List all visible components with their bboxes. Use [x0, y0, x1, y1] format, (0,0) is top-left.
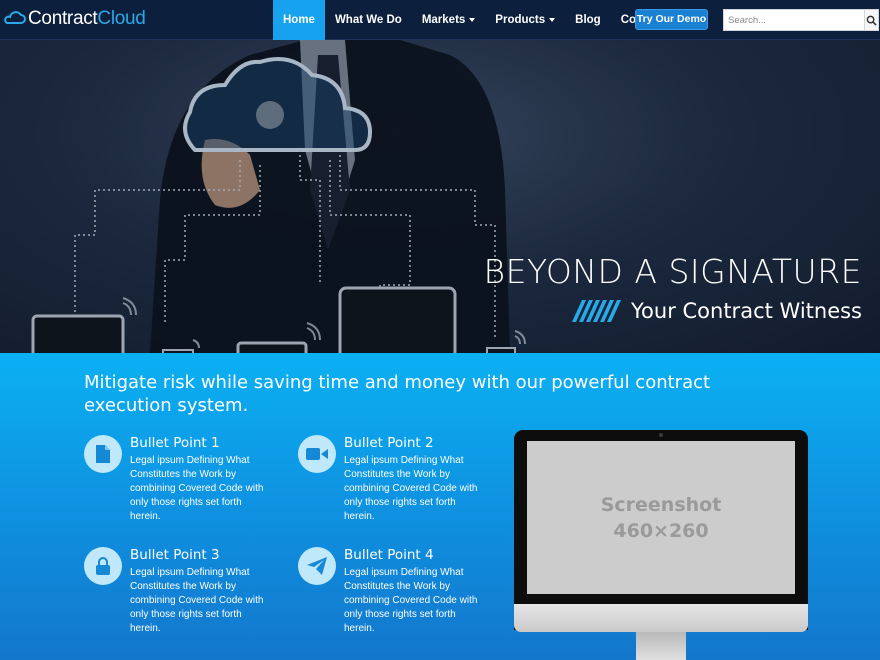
navbar: ContractCloud Home What We Do Markets Pr…	[0, 0, 880, 40]
hero-subtitle: Your Contract Witness	[631, 299, 862, 323]
nav-item-markets[interactable]: Markets	[412, 0, 485, 40]
main-menu: Home What We Do Markets Products Blog Co…	[273, 0, 674, 40]
bullet-text: Legal ipsum Defining What Constitutes th…	[130, 455, 264, 522]
nav-item-products[interactable]: Products	[485, 0, 565, 40]
hero-title: BEYOND A SIGNATURE	[483, 252, 862, 291]
paper-plane-icon	[307, 557, 327, 575]
search-input[interactable]	[724, 10, 864, 30]
bullet-title: Bullet Point 1	[130, 435, 220, 451]
search-box	[723, 9, 879, 31]
chevron-down-icon	[469, 17, 476, 22]
brand-name-second: Cloud	[97, 8, 146, 29]
bullet-icon-circle	[298, 547, 336, 585]
screenshot-label: Screenshot	[600, 493, 722, 516]
try-demo-button[interactable]: Try Our Demo	[635, 9, 708, 30]
brand-logo[interactable]: ContractCloud	[4, 8, 146, 30]
bullet-icon-circle	[298, 435, 336, 473]
bullet-title: Bullet Point 4	[344, 547, 434, 563]
bullet-text: Legal ipsum Defining What Constitutes th…	[344, 455, 478, 522]
nav-item-what-we-do[interactable]: What We Do	[325, 0, 412, 40]
screenshot-size: 460×260	[613, 519, 709, 542]
monitor-stand	[636, 632, 686, 660]
stripes-icon	[572, 300, 621, 322]
nav-item-home[interactable]: Home	[273, 0, 325, 40]
bullet-text: Legal ipsum Defining What Constitutes th…	[344, 567, 478, 634]
hero-banner: BEYOND A SIGNATURE Your Contract Witness	[0, 40, 880, 353]
screenshot-placeholder: Screenshot 460×260	[527, 441, 795, 594]
chevron-down-icon	[549, 17, 556, 22]
search-button[interactable]	[864, 10, 878, 30]
nav-item-products-label: Products	[495, 14, 546, 26]
bullet-title: Bullet Point 2	[344, 435, 434, 451]
bullet-text: Legal ipsum Defining What Constitutes th…	[130, 567, 264, 634]
brand-name-first: Contract	[28, 8, 98, 29]
features-lead: Mitigate risk while saving time and mone…	[84, 372, 711, 416]
nav-item-markets-label: Markets	[421, 14, 466, 26]
bullet-icon-circle	[84, 435, 122, 473]
search-icon	[866, 15, 877, 26]
monitor-mockup: Screenshot 460×260	[514, 430, 808, 660]
nav-item-blog[interactable]: Blog	[565, 0, 611, 40]
document-icon	[96, 445, 110, 463]
hero-subtitle-row: Your Contract Witness	[572, 299, 862, 323]
video-camera-icon	[306, 448, 328, 460]
camera-dot	[659, 433, 663, 437]
bullet-icon-circle	[84, 547, 122, 585]
bullet-title: Bullet Point 3	[130, 547, 220, 563]
features-section: Mitigate risk while saving time and mone…	[0, 353, 880, 660]
lock-icon	[96, 557, 110, 575]
monitor-chin	[514, 604, 808, 632]
monitor-bezel: Screenshot 460×260	[514, 430, 808, 630]
cloud-logo-icon	[4, 11, 26, 24]
